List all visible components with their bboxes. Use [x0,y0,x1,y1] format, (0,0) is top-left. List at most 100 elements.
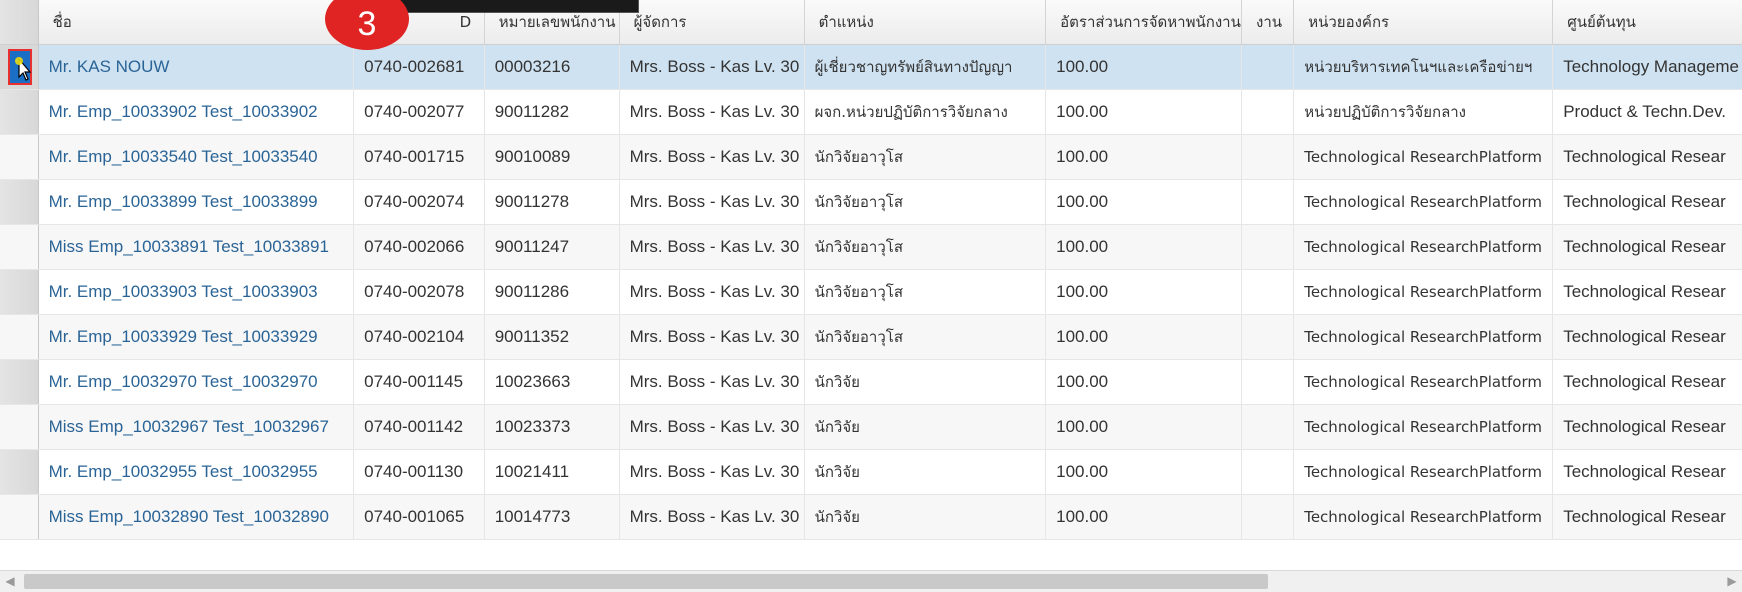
employee-name-link[interactable]: Miss Emp_10033891 Test_10033891 [49,237,329,256]
employee-table: ชื่อ SD หมายเลขพนักงาน ผู้จัดการ ตำแหน่ง… [0,0,1742,540]
cell-org-unit: Technological ResearchPlatform [1293,494,1554,540]
cell-sid: 0740-001130 [353,449,485,495]
column-header-job[interactable]: งาน [1241,0,1295,45]
row-selector[interactable] [0,224,39,270]
cell-staffing-ratio: 100.00 [1045,359,1242,405]
cell-job [1241,449,1295,495]
cell-name[interactable]: Mr. Emp_10032955 Test_10032955 [38,449,355,495]
cell-manager: Mrs. Boss - Kas Lv. 30 [619,89,805,135]
cell-org-unit: Technological ResearchPlatform [1293,269,1554,315]
column-header-staffing-ratio[interactable]: อัตราส่วนการจัดหาพนักงาน [1045,0,1242,45]
column-header-manager[interactable]: ผู้จัดการ [619,0,805,45]
column-header-org-unit[interactable]: หน่วยองค์กร [1293,0,1554,45]
row-selector[interactable] [0,404,39,450]
cell-name[interactable]: Miss Emp_10032890 Test_10032890 [38,494,355,540]
employee-name-link[interactable]: Mr. Emp_10032955 Test_10032955 [49,462,318,481]
table-row[interactable]: Miss Emp_10033891 Test_10033891 0740-0020… [0,224,1742,270]
row-selector[interactable] [0,134,39,180]
row-selector[interactable] [0,449,39,495]
cell-sid: 0740-002077 [353,89,485,135]
employee-name-link[interactable]: Mr. Emp_10033903 Test_10033903 [49,282,318,301]
cell-name[interactable]: Mr. Emp_10033929 Test_10033929 [38,314,355,360]
cell-cost-center: Technological Resear [1552,359,1742,405]
employee-name-link[interactable]: Mr. Emp_10033902 Test_10033902 [49,102,318,121]
cell-position: นักวิจัยอาวุโส [804,179,1047,225]
cell-org-unit: Technological ResearchPlatform [1293,179,1554,225]
cell-cost-center: Technological Resear [1552,449,1742,495]
employee-name-link[interactable]: Mr. Emp_10033899 Test_10033899 [49,192,318,211]
table-row[interactable]: Miss Emp_10032890 Test_10032890 0740-0010… [0,494,1742,540]
row-selector[interactable] [0,314,39,360]
table-row[interactable]: Mr. Emp_10032955 Test_10032955 0740-00113… [0,449,1742,495]
cell-sid: 0740-002078 [353,269,485,315]
cell-manager: Mrs. Boss - Kas Lv. 30 [619,224,805,270]
cell-org-unit: Technological ResearchPlatform [1293,449,1554,495]
employee-name-link[interactable]: Miss Emp_10032967 Test_10032967 [49,417,329,436]
row-selected-marker[interactable] [8,49,32,85]
row-selector[interactable] [0,269,39,315]
cell-sid: 0740-002074 [353,179,485,225]
cell-name[interactable]: Miss Emp_10033891 Test_10033891 [38,224,355,270]
cell-position: นักวิจัย [804,494,1047,540]
cell-cost-center: Technological Resear [1552,269,1742,315]
cell-staffing-ratio: 100.00 [1045,89,1242,135]
cell-sid: 0740-002066 [353,224,485,270]
cell-name[interactable]: Miss Emp_10032967 Test_10032967 [38,404,355,450]
cell-staffing-ratio: 100.00 [1045,404,1242,450]
column-header-cost-center[interactable]: ศูนย์ต้นทุน [1552,0,1742,45]
row-selector[interactable] [0,179,39,225]
cell-sid: 0740-002104 [353,314,485,360]
column-header-name[interactable]: ชื่อ [38,0,355,45]
cell-position: นักวิจัย [804,449,1047,495]
table-row[interactable]: Mr. Emp_10033929 Test_10033929 0740-00210… [0,314,1742,360]
table-row[interactable]: Mr. Emp_10033902 Test_10033902 0740-00207… [0,89,1742,135]
cell-job [1241,89,1295,135]
row-selector[interactable] [0,494,39,540]
cell-position: นักวิจัย [804,359,1047,405]
employee-name-link[interactable]: Mr. Emp_10032970 Test_10032970 [49,372,318,391]
employee-name-link[interactable]: Mr. KAS NOUW [49,57,170,76]
cell-manager: Mrs. Boss - Kas Lv. 30 [619,179,805,225]
employee-name-link[interactable]: Miss Emp_10032890 Test_10032890 [49,507,329,526]
cell-employee-number: 90011278 [484,179,620,225]
cell-staffing-ratio: 100.00 [1045,314,1242,360]
table-row[interactable]: Mr. Emp_10032970 Test_10032970 0740-00114… [0,359,1742,405]
table-row[interactable]: Mr. Emp_10033540 Test_10033540 0740-00171… [0,134,1742,180]
cell-name[interactable]: Mr. Emp_10033902 Test_10033902 [38,89,355,135]
scrollbar-thumb[interactable] [24,574,1268,589]
cell-name[interactable]: Mr. Emp_10033899 Test_10033899 [38,179,355,225]
cell-employee-number: 10021411 [484,449,620,495]
cell-name[interactable]: Mr. Emp_10032970 Test_10032970 [38,359,355,405]
cell-staffing-ratio: 100.00 [1045,494,1242,540]
scroll-right-icon[interactable]: ▶ [1722,571,1742,592]
row-selector[interactable] [0,44,39,90]
cell-name[interactable]: Mr. Emp_10033540 Test_10033540 [38,134,355,180]
cell-name[interactable]: Mr. Emp_10033903 Test_10033903 [38,269,355,315]
cell-employee-number: 10014773 [484,494,620,540]
employee-name-link[interactable]: Mr. Emp_10033929 Test_10033929 [49,327,318,346]
cell-employee-number: 90011352 [484,314,620,360]
cell-manager: Mrs. Boss - Kas Lv. 30 [619,269,805,315]
table-row[interactable]: Mr. KAS NOUW 0740-002681 00003216 Mrs. Boss… [0,44,1742,90]
cell-staffing-ratio: 100.00 [1045,269,1242,315]
cell-sid: 0740-001065 [353,494,485,540]
cell-name[interactable]: Mr. KAS NOUW [38,44,355,90]
cell-employee-number: 00003216 [484,44,620,90]
cell-employee-number: 10023373 [484,404,620,450]
horizontal-scrollbar[interactable]: ◀ ▶ [0,570,1742,592]
cell-position: นักวิจัยอาวุโส [804,224,1047,270]
cell-staffing-ratio: 100.00 [1045,224,1242,270]
row-selector[interactable] [0,89,39,135]
cell-sid: 0740-001145 [353,359,485,405]
column-header-position[interactable]: ตำแหน่ง [804,0,1047,45]
row-selector-header[interactable] [0,0,39,45]
employee-name-link[interactable]: Mr. Emp_10033540 Test_10033540 [49,147,318,166]
cell-staffing-ratio: 100.00 [1045,449,1242,495]
table-row[interactable]: Mr. Emp_10033903 Test_10033903 0740-00207… [0,269,1742,315]
scroll-left-icon[interactable]: ◀ [0,571,20,592]
cell-cost-center: Technological Resear [1552,314,1742,360]
table-row[interactable]: Mr. Emp_10033899 Test_10033899 0740-00207… [0,179,1742,225]
table-row[interactable]: Miss Emp_10032967 Test_10032967 0740-0011… [0,404,1742,450]
row-selector[interactable] [0,359,39,405]
cell-org-unit: Technological ResearchPlatform [1293,404,1554,450]
